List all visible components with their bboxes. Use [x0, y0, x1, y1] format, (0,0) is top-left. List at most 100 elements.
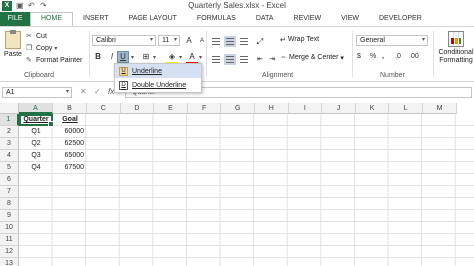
bottom-align-button[interactable] [238, 36, 250, 47]
tab-review[interactable]: REVIEW [283, 12, 331, 26]
conditional-formatting-icon [448, 31, 464, 47]
cancel-icon[interactable]: ✕ [80, 87, 87, 96]
format-painter-button[interactable]: ✎ Format Painter [26, 56, 83, 65]
font-size-select[interactable]: 11 ▾ [158, 35, 180, 46]
chevron-down-icon[interactable]: ▾ [199, 54, 202, 61]
column-header-m[interactable]: M [423, 103, 457, 114]
format-painter-label: Format Painter [36, 56, 83, 64]
column-header-g[interactable]: G [221, 103, 255, 114]
conditional-formatting-button[interactable]: Conditional Formatting [436, 31, 474, 65]
menu-item-underline[interactable]: U Underline [115, 64, 201, 78]
menu-item-double-underline[interactable]: D Double Underline [115, 78, 201, 92]
select-all-button[interactable] [0, 103, 19, 114]
column-header-l[interactable]: L [389, 103, 423, 114]
merge-center-button[interactable]: ⇔ Merge & Center ▾ [280, 54, 344, 62]
row-header-4[interactable]: 4 [0, 150, 19, 162]
cell-b4[interactable]: 65000 [53, 150, 87, 162]
active-cell-selection[interactable] [19, 114, 54, 127]
cell-b3[interactable]: 62500 [53, 138, 87, 150]
name-box[interactable]: A1 ▾ [2, 87, 72, 98]
comma-button[interactable]: , [382, 53, 384, 60]
tab-formulas[interactable]: FORMULAS [187, 12, 246, 26]
chevron-down-icon[interactable]: ▾ [179, 54, 182, 61]
decrease-decimal-button[interactable]: .00 [409, 53, 419, 60]
bold-button[interactable]: B [92, 51, 104, 63]
column-header-f[interactable]: F [187, 103, 222, 114]
column-header-a[interactable]: A [19, 103, 53, 114]
grow-font-button[interactable]: A [183, 35, 195, 47]
column-header-h[interactable]: H [255, 103, 289, 114]
row-header-13[interactable]: 13 [0, 258, 19, 266]
percent-button[interactable]: % [370, 53, 376, 60]
column-header-k[interactable]: K [355, 103, 390, 114]
cell-a2[interactable]: Q1 [19, 126, 53, 138]
row-header-1[interactable]: 1 [0, 114, 19, 126]
underline-icon: U [119, 66, 128, 76]
enter-icon[interactable]: ✓ [94, 87, 101, 96]
align-right-button[interactable] [238, 54, 250, 65]
chevron-down-icon[interactable]: ▾ [153, 54, 156, 61]
cells-area[interactable]: Quarter Goal Q1 60000 Q2 62500 Q3 65000 … [19, 114, 474, 266]
align-left-button[interactable] [210, 54, 222, 65]
merge-icon: ⇔ [280, 54, 287, 61]
cell-a5[interactable]: Q4 [19, 162, 53, 174]
indent-button[interactable]: ⇤ [254, 54, 266, 65]
paste-button[interactable]: Paste [2, 30, 24, 67]
borders-button[interactable]: ⊞ [140, 51, 152, 63]
copy-label: Copy [36, 44, 53, 52]
tab-page-layout[interactable]: PAGE LAYOUT [119, 12, 187, 26]
cell-a4[interactable]: Q3 [19, 150, 53, 162]
row-header-10[interactable]: 10 [0, 222, 19, 234]
number-format-select[interactable]: General ▾ [356, 35, 428, 46]
chevron-down-icon: ▾ [421, 37, 425, 43]
divider [352, 31, 353, 77]
column-header-b[interactable]: B [53, 103, 87, 114]
cut-button[interactable]: ✂ Cut [26, 32, 47, 41]
increase-decimal-button[interactable]: .0 [395, 53, 401, 60]
tab-file[interactable]: FILE [0, 12, 30, 26]
cell-b1[interactable]: Goal [53, 114, 87, 126]
cell-b5[interactable]: 67500 [53, 162, 87, 174]
underline-dropdown-arrow[interactable]: ▾ [131, 54, 134, 61]
font-name-select[interactable]: Calibri ▾ [92, 35, 156, 46]
underline-button[interactable]: U [117, 51, 129, 63]
row-header-5[interactable]: 5 [0, 162, 19, 174]
merge-center-label: Merge & Center [289, 54, 339, 61]
name-box-value: A1 [6, 89, 15, 96]
row-header-9[interactable]: 9 [0, 210, 19, 222]
center-button[interactable] [224, 54, 236, 65]
orientation-button[interactable]: ⤢ [254, 36, 266, 47]
column-header-c[interactable]: C [87, 103, 121, 114]
tab-home[interactable]: HOME [30, 12, 73, 26]
divider [206, 31, 207, 77]
row-header-11[interactable]: 11 [0, 234, 19, 246]
font-name-value: Calibri [96, 37, 116, 44]
top-align-button[interactable] [210, 36, 222, 47]
column-header-e[interactable]: E [154, 103, 188, 114]
scissors-icon: ✂ [26, 33, 32, 40]
paste-icon [5, 30, 21, 49]
column-header-i[interactable]: I [288, 103, 323, 114]
row-header-12[interactable]: 12 [0, 246, 19, 258]
row-header-2[interactable]: 2 [0, 126, 19, 138]
row-header-3[interactable]: 3 [0, 138, 19, 150]
cell-b2[interactable]: 60000 [53, 126, 87, 138]
currency-button[interactable]: $ [357, 53, 361, 60]
tab-view[interactable]: VIEW [331, 12, 369, 26]
cell-a3[interactable]: Q2 [19, 138, 53, 150]
tab-data[interactable]: DATA [246, 12, 284, 26]
row-header-8[interactable]: 8 [0, 198, 19, 210]
menu-item-label: Double Underline [132, 81, 187, 89]
row-header-6[interactable]: 6 [0, 174, 19, 186]
tab-developer[interactable]: DEVELOPER [369, 12, 432, 26]
column-header-d[interactable]: D [120, 103, 155, 114]
font-size-value: 11 [162, 37, 170, 44]
copy-button[interactable]: ❐ Copy ▾ [26, 44, 57, 53]
outdent-button[interactable]: ⇥ [266, 54, 278, 65]
column-header-j[interactable]: J [322, 103, 356, 114]
wrap-text-button[interactable]: ↵ Wrap Text [280, 36, 319, 44]
row-header-7[interactable]: 7 [0, 186, 19, 198]
chevron-down-icon: ▾ [65, 89, 69, 95]
middle-align-button[interactable] [224, 36, 236, 47]
tab-insert[interactable]: INSERT [73, 12, 119, 26]
